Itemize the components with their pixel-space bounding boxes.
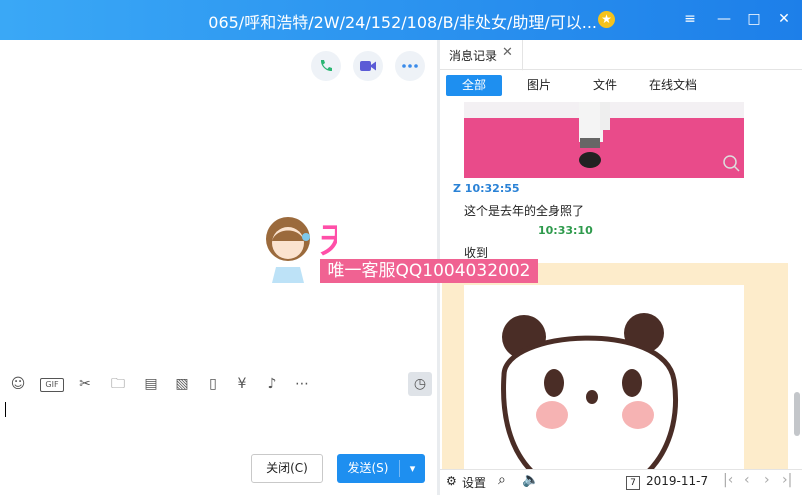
panda-sticker xyxy=(464,285,744,495)
history-footer: ⚙ 设置 ⌕ 🔈 7 2019-11-7 |‹ ‹ › ›| xyxy=(440,469,802,495)
calendar-icon[interactable]: 7 xyxy=(626,476,640,490)
close-chat-button[interactable]: 关闭(C) xyxy=(251,454,323,483)
photo-thumbnail xyxy=(464,102,744,178)
scissors-icon[interactable]: ✂ xyxy=(75,375,95,393)
more-options-button[interactable] xyxy=(395,51,425,81)
sticker-message[interactable] xyxy=(442,263,788,495)
folder-icon[interactable]: 🗀 xyxy=(108,375,128,393)
watermark-subtitle: 唯一客服QQ1004032002 xyxy=(320,259,538,283)
prev-page-icon[interactable]: ‹ xyxy=(744,472,750,488)
close-window-button[interactable]: ✕ xyxy=(773,8,795,30)
last-page-icon[interactable]: ›| xyxy=(782,472,792,488)
settings-gear-icon[interactable]: ⚙ xyxy=(446,474,457,488)
panda-icon xyxy=(501,313,678,495)
window-title: 065/呼和浩特/2W/24/152/108/B/非处女/助理/可以... xyxy=(208,13,597,32)
history-date[interactable]: 2019-11-7 xyxy=(646,474,708,488)
subtab-online-docs[interactable]: 在线文档 xyxy=(640,75,706,96)
tab-message-history[interactable]: 消息记录 ✕ xyxy=(440,40,523,71)
first-page-icon[interactable]: |‹ xyxy=(723,472,733,488)
message-time: 10:33:10 xyxy=(538,224,593,237)
message-time: Z 10:32:55 xyxy=(453,182,520,195)
shake-icon[interactable]: ▯ xyxy=(203,375,223,393)
minimize-button[interactable]: — xyxy=(713,8,735,30)
subtab-files[interactable]: 文件 xyxy=(584,75,626,96)
tab-label: 消息记录 xyxy=(449,49,498,63)
text-caret xyxy=(5,402,6,417)
video-camera-icon xyxy=(360,61,376,71)
speaker-icon[interactable]: 🔈 xyxy=(522,472,539,488)
settings-label[interactable]: 设置 xyxy=(462,474,486,491)
image-icon[interactable]: ▧ xyxy=(172,375,192,393)
music-icon[interactable]: ♪ xyxy=(262,375,282,393)
menu-button[interactable]: ≡ xyxy=(679,8,701,30)
title-bar: 065/呼和浩特/2W/24/152/108/B/非处女/助理/可以... ★ … xyxy=(0,0,802,40)
maximize-button[interactable]: □ xyxy=(743,8,765,30)
send-options-chevron-icon[interactable]: ▾ xyxy=(400,454,425,483)
scrollbar-thumb[interactable] xyxy=(794,392,800,436)
tab-close-icon[interactable]: ✕ xyxy=(502,45,513,60)
tab-underline xyxy=(440,69,802,70)
watermark: 天使包养网 唯一客服QQ1004032002 xyxy=(262,207,542,287)
star-icon: ★ xyxy=(598,11,615,28)
send-button-group: 发送(S) ▾ xyxy=(337,454,425,483)
next-page-icon[interactable]: › xyxy=(764,472,770,488)
emoji-icon[interactable]: ☺ xyxy=(8,375,28,393)
watermark-title: 天使包养网 xyxy=(320,213,337,262)
message-meta: 10:33:10 xyxy=(538,224,593,237)
history-clock-icon[interactable]: ◷ xyxy=(408,372,432,396)
message-input[interactable] xyxy=(0,398,437,453)
subtab-all[interactable]: 全部 xyxy=(446,75,502,96)
history-scrollbar[interactable] xyxy=(793,92,801,472)
more-tools-icon[interactable]: ⋯ xyxy=(292,375,312,393)
gif-icon[interactable]: GIF xyxy=(40,378,64,392)
voice-call-button[interactable] xyxy=(311,51,341,81)
screenshot-doc-icon[interactable]: ▤ xyxy=(141,375,161,393)
subtab-images[interactable]: 图片 xyxy=(518,75,560,96)
send-button[interactable]: 发送(S) xyxy=(337,454,399,483)
video-call-button[interactable] xyxy=(353,51,383,81)
more-icon xyxy=(402,64,418,68)
search-icon[interactable]: ⌕ xyxy=(498,472,506,488)
message-meta: Z 10:32:55 xyxy=(453,182,520,195)
red-packet-icon[interactable]: ¥ xyxy=(232,375,252,393)
input-toolbar: ☺ GIF ✂ 🗀 ▤ ▧ ▯ ¥ ♪ ⋯ ◷ xyxy=(0,370,437,398)
photo-message[interactable] xyxy=(464,102,744,178)
phone-icon xyxy=(320,60,332,72)
cartoon-girl-icon xyxy=(266,217,310,283)
